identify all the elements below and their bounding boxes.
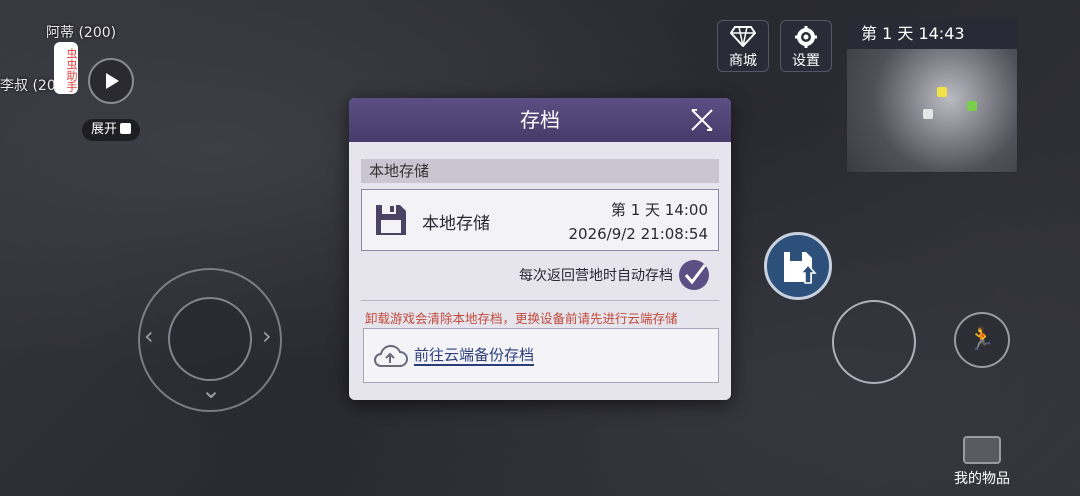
dialog-header: 存档	[349, 98, 731, 142]
local-save-slot[interactable]: 本地存储 第 1 天 14:00 2026/9/2 21:08:54	[361, 189, 719, 251]
shop-button[interactable]: 商城	[717, 20, 769, 72]
slot-name: 本地存储	[422, 214, 490, 234]
camp-icon	[923, 109, 933, 119]
joystick-knob[interactable]	[168, 297, 252, 381]
chest-icon	[963, 436, 1001, 464]
close-icon[interactable]	[689, 107, 715, 133]
map-marker-icon	[937, 87, 947, 97]
my-items-button[interactable]: 我的物品	[944, 436, 1020, 492]
sprint-button[interactable]: 🏃	[954, 312, 1010, 368]
dialog-title: 存档	[520, 108, 560, 132]
cloud-backup-button[interactable]: 前往云端备份存档	[363, 328, 719, 383]
expand-label: 展开	[90, 122, 117, 137]
attack-button[interactable]	[832, 300, 916, 384]
running-icon: 🏃	[968, 327, 996, 352]
expand-button[interactable]: 展开	[82, 119, 140, 141]
slot-day-time: 第 1 天 14:00	[610, 201, 708, 219]
section-title: 本地存储	[361, 159, 719, 183]
gear-icon	[781, 21, 831, 53]
minimap-view	[847, 49, 1017, 172]
npc-label-1: 阿蒂 (200)	[46, 25, 117, 41]
dice-icon	[120, 123, 131, 134]
my-items-label: 我的物品	[954, 471, 1010, 487]
helper-tag[interactable]: 虫虫助手	[54, 42, 78, 94]
play-button[interactable]	[88, 58, 134, 104]
save-upload-icon	[784, 252, 817, 284]
minimap[interactable]: 第 1 天 14:43	[846, 18, 1018, 173]
autosave-toggle[interactable]: 每次返回营地时自动存档	[519, 258, 709, 292]
save-button[interactable]	[764, 232, 832, 300]
joystick-down-arrow-icon: ⌄	[201, 376, 222, 404]
joystick-left-arrow-icon: ‹	[144, 322, 154, 350]
settings-label: 设置	[792, 53, 820, 69]
joystick-right-arrow-icon: ›	[262, 322, 272, 350]
slot-datetime: 2026/9/2 21:08:54	[568, 225, 708, 243]
shop-label: 商城	[729, 53, 757, 69]
cloud-upload-icon	[374, 344, 408, 367]
save-dialog: 存档 本地存储 本地存储 第 1 天 14:00 2026/9/2 21:08:…	[349, 98, 731, 400]
autosave-label: 每次返回营地时自动存档	[519, 268, 673, 284]
day-clock: 第 1 天 14:43	[847, 19, 1017, 49]
settings-button[interactable]: 设置	[780, 20, 832, 72]
divider	[361, 300, 719, 301]
cloud-backup-label: 前往云端备份存档	[414, 346, 535, 366]
play-icon	[106, 73, 119, 89]
floppy-disk-icon	[376, 205, 406, 235]
diamond-icon	[718, 21, 768, 53]
resource-icon	[967, 101, 977, 111]
warning-text: 卸载游戏会清除本地存档，更换设备前请先进行云端存储	[365, 311, 678, 326]
checkmark-icon[interactable]	[679, 260, 709, 290]
